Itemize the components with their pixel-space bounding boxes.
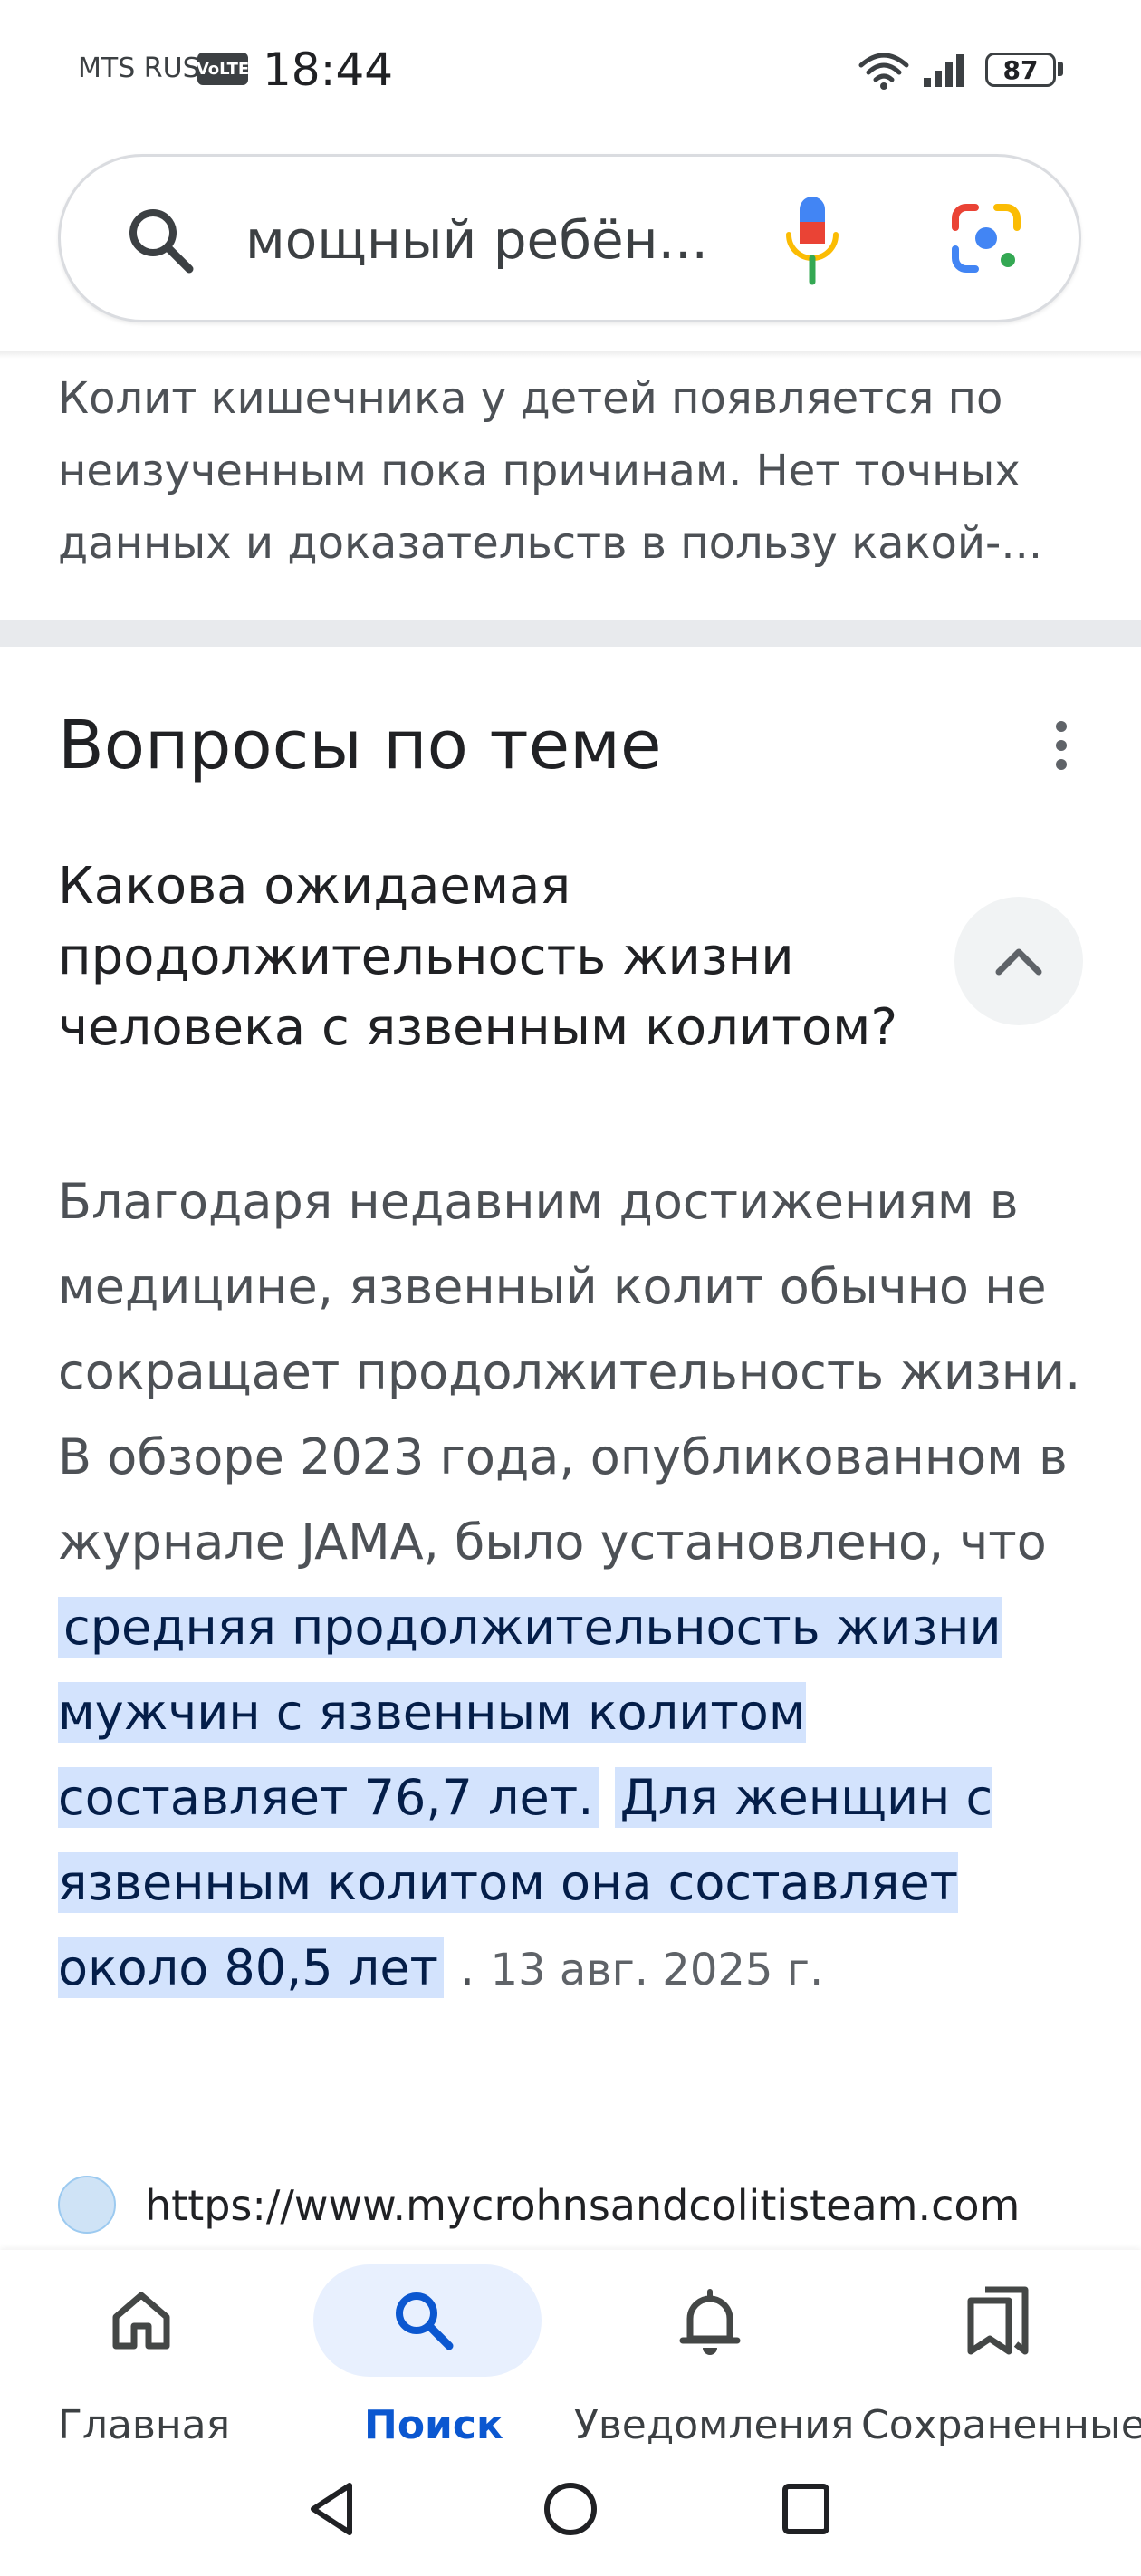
- nav-label-search: Поиск: [364, 2402, 503, 2448]
- carrier-name: MTS RUS: [78, 53, 200, 84]
- answer-date: 13 авг. 2025 г.: [490, 1945, 824, 1995]
- nav-label-saved: Сохраненные: [861, 2402, 1141, 2448]
- volte-badge: VoLTE: [197, 53, 249, 85]
- status-bar: MTS RUS VoLTE 18:44 87: [0, 0, 1141, 136]
- nav-label-home: Главная: [58, 2402, 231, 2448]
- home-icon: [112, 2292, 170, 2350]
- battery-icon: 87: [985, 53, 1056, 87]
- bookmarks-icon: [967, 2286, 1029, 2355]
- collapse-button[interactable]: [954, 897, 1083, 1025]
- nav-item-notifications[interactable]: Уведомления: [570, 2250, 855, 2467]
- system-navigation-bar: [0, 2467, 1141, 2576]
- back-icon[interactable]: [304, 2480, 359, 2538]
- nav-item-home[interactable]: Главная: [0, 2250, 281, 2467]
- clock: 18:44: [263, 43, 394, 96]
- search-icon: [396, 2292, 454, 2350]
- answer-plain: Благодаря недавним достижениям в медицин…: [58, 1173, 1081, 1571]
- bottom-navigation: Главная Поиск Уведомления Сохраненные: [0, 2250, 1141, 2467]
- result-snippet: Колит кишечника у детей появляется по не…: [58, 373, 1043, 569]
- section-title: Вопросы по теме: [58, 706, 662, 784]
- search-bar[interactable]: мощный ребён...: [58, 154, 1081, 322]
- google-lens-icon[interactable]: [950, 202, 1022, 279]
- bell-icon: [679, 2289, 741, 2355]
- wifi-icon: [856, 47, 912, 95]
- recent-apps-icon[interactable]: [781, 2482, 831, 2536]
- search-query[interactable]: мощный ребён...: [245, 209, 708, 271]
- question-text[interactable]: Какова ожидаемая продолжительность жизни…: [58, 851, 927, 1063]
- nav-item-search[interactable]: Поиск: [281, 2250, 570, 2467]
- battery-nub: [1058, 62, 1063, 76]
- answer-text: Благодаря недавним достижениям в медицин…: [58, 1159, 1099, 2013]
- nav-label-notifications: Уведомления: [574, 2402, 855, 2448]
- site-favicon-icon: [58, 2176, 116, 2234]
- source-url[interactable]: https://www.mycrohnsandcolitisteam.com: [145, 2181, 1020, 2230]
- search-icon[interactable]: [124, 204, 197, 281]
- signal-icon: [924, 51, 971, 91]
- microphone-icon[interactable]: [783, 195, 841, 290]
- answer-separator: .: [459, 1939, 491, 1996]
- home-button-icon[interactable]: [542, 2480, 599, 2538]
- section-divider: [0, 620, 1141, 647]
- more-options-icon[interactable]: [1050, 721, 1072, 770]
- chevron-up-icon: [995, 948, 1042, 976]
- nav-item-saved[interactable]: Сохраненные: [851, 2250, 1141, 2467]
- header-shadow: [0, 351, 1141, 359]
